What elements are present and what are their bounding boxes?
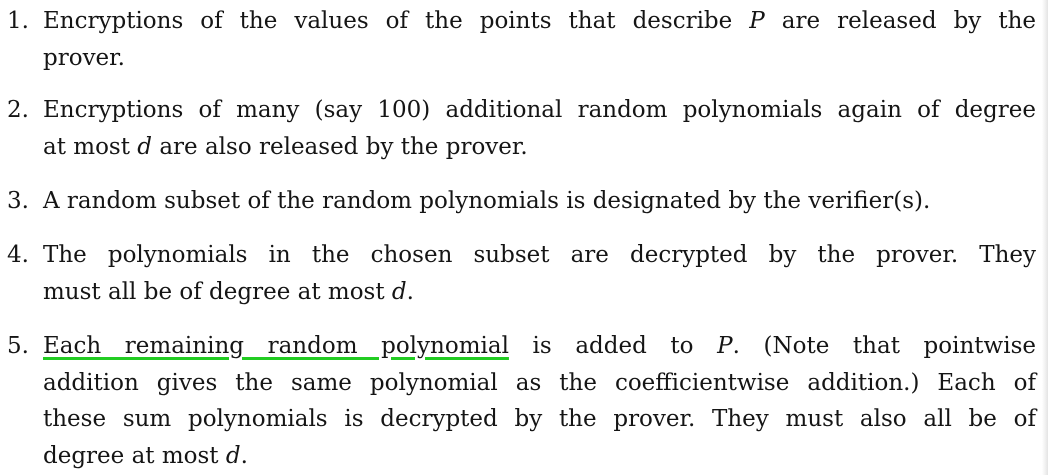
list-item-text: Encryptions of the values of the points …	[43, 3, 1036, 76]
math-variable: d	[225, 442, 241, 469]
text-segment: Encryptions of many (say 100) additional…	[43, 97, 1036, 123]
list-item-text: A random subset of the random polynomial…	[43, 183, 1036, 220]
text-segment: The polynomials in the chosen subset are…	[43, 242, 1036, 268]
text-segment: A random subset of the random polynomial…	[43, 188, 931, 214]
text-segment: these sum polynomials is decrypted by th…	[43, 406, 1036, 432]
list-number: 2.	[7, 97, 29, 123]
text-line: A random subset of the random polynomial…	[43, 183, 1036, 220]
text-segment: .	[406, 278, 414, 305]
text-segment: is added to	[508, 333, 718, 359]
list-item-2: 2. Encryptions of many (say 100) additio…	[0, 92, 1036, 165]
list-item-text: Each remaining random polynomial is adde…	[43, 328, 1036, 474]
text-segment: prover.	[43, 44, 125, 71]
list-number: 3.	[7, 188, 29, 214]
text-segment: at most	[43, 133, 138, 160]
highlighted-phrase: Each remaining random polynomial	[43, 333, 509, 359]
text-segment: are released by the	[764, 8, 1036, 34]
document-page: 1. Encryptions of the values of the poin…	[0, 0, 1048, 475]
text-segment: . (Note that pointwise	[732, 333, 1036, 359]
list-number: 1.	[7, 8, 29, 34]
list-number: 4.	[7, 242, 29, 268]
text-line: The polynomials in the chosen subset are…	[43, 237, 1036, 274]
text-segment: Encryptions of the values of the points …	[43, 8, 750, 34]
text-line: at most d are also released by the prove…	[43, 129, 1036, 166]
text-segment: degree at most	[43, 442, 226, 469]
page-edge-shadow	[1042, 0, 1048, 475]
text-segment: are also released by the prover.	[152, 133, 528, 160]
text-line: Each remaining random polynomial is adde…	[43, 328, 1036, 365]
list-item-3: 3. A random subset of the random polynom…	[0, 183, 1036, 220]
text-segment: must all be of degree at most	[43, 278, 392, 305]
math-variable: P	[717, 333, 733, 359]
text-line: must all be of degree at most d.	[43, 274, 1036, 311]
list-item-1: 1. Encryptions of the values of the poin…	[0, 3, 1036, 76]
text-line: prover.	[43, 40, 1036, 77]
text-line: Encryptions of the values of the points …	[43, 3, 1036, 40]
text-line: these sum polynomials is decrypted by th…	[43, 401, 1036, 438]
list-number: 5.	[7, 333, 29, 359]
text-segment: .	[240, 442, 248, 469]
text-line: Encryptions of many (say 100) additional…	[43, 92, 1036, 129]
list-item-text: The polynomials in the chosen subset are…	[43, 237, 1036, 310]
text-line: degree at most d.	[43, 438, 1036, 475]
text-segment: addition gives the same polynomial as th…	[43, 369, 1036, 396]
list-item-4: 4. The polynomials in the chosen subset …	[0, 237, 1036, 310]
math-variable: d	[391, 278, 407, 305]
list-item-5: 5. Each remaining random polynomial is a…	[0, 328, 1036, 474]
text-line: addition gives the same polynomial as th…	[43, 365, 1036, 402]
math-variable: P	[749, 8, 765, 34]
list-item-text: Encryptions of many (say 100) additional…	[43, 92, 1036, 165]
math-variable: d	[137, 133, 153, 160]
